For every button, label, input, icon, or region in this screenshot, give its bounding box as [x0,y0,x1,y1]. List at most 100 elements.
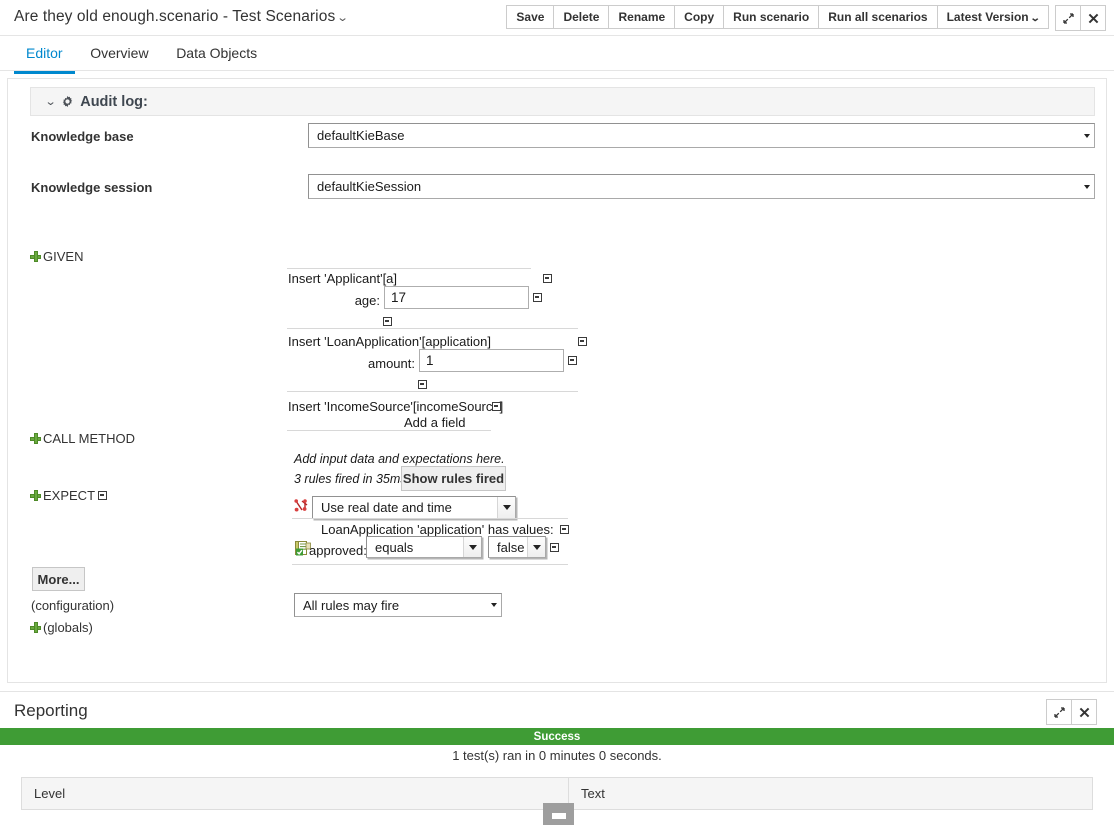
chevron-down-icon [497,497,515,518]
field-value-amount[interactable] [419,349,564,372]
fact-title-loanapplication: Insert 'LoanApplication'[application] [288,334,491,349]
remove-field-icon[interactable] [533,293,542,302]
fact-title-applicant: Insert 'Applicant'[a] [288,271,398,286]
toolbar-button-group: Save Delete Rename Copy Run scenario Run… [506,5,1049,31]
reporting-title: Reporting [14,701,88,720]
chevron-down-icon [1080,175,1094,198]
document-title[interactable]: Are they old enough.scenario - Test Scen… [14,8,350,26]
knowledge-base-select[interactable]: defaultKieBase [308,123,1095,148]
rules-fired-text: 3 rules fired in 35ms. [294,472,411,486]
chevron-down-icon [527,537,545,557]
add-icon[interactable] [30,622,41,633]
add-field-toggle-icon[interactable] [418,380,427,389]
add-icon[interactable] [30,251,41,262]
expectation-operator-select[interactable]: equals [366,536,482,558]
add-icon[interactable] [30,433,41,444]
tab-overview[interactable]: Overview [78,36,160,71]
chevron-down-icon [487,594,501,616]
more-button[interactable]: More... [32,567,85,591]
gear-icon [61,95,74,108]
given-label: GIVEN [43,249,84,264]
editor-tabs: Editor Overview Data Objects [0,36,1114,74]
knowledge-base-value: defaultKieBase [317,128,405,143]
expectation-operator-value: equals [375,539,414,555]
chevron-down-icon: ⌄ [44,96,57,108]
globals-section[interactable]: (globals) [30,620,93,635]
audit-log-label: Audit log: [80,93,148,110]
remove-fact-icon[interactable] [543,274,552,283]
add-a-field-link[interactable]: Add a field [404,415,465,430]
field-label-amount: amount: [368,356,415,371]
knowledge-session-value: defaultKieSession [317,179,422,194]
show-rules-fired-button[interactable]: Show rules fired [401,466,506,491]
chevron-down-icon [1080,124,1094,147]
fact-divider [287,268,531,269]
expectation-value: false [497,539,525,555]
expect-label: EXPECT [43,488,96,503]
rename-button[interactable]: Rename [608,5,676,29]
expectation-divider [292,564,568,565]
expectation-title: LoanApplication 'application' has values… [321,522,554,537]
tab-editor[interactable]: Editor [14,36,75,74]
knowledge-session-select[interactable]: defaultKieSession [308,174,1095,199]
status-badge: Success [0,728,1114,745]
remove-expectation-icon[interactable] [560,525,569,534]
copy-button[interactable]: Copy [674,5,725,29]
expand-icon[interactable] [1046,699,1072,725]
date-mode-select[interactable]: Use real date and time [312,496,516,519]
version-label: Latest Version [946,10,1029,24]
reporting-summary: 1 test(s) ran in 0 minutes 0 seconds. [452,748,662,763]
remove-expectation-field-icon[interactable] [550,543,559,552]
close-icon[interactable] [1071,699,1097,725]
globals-label: (globals) [43,620,93,635]
add-icon[interactable] [30,490,41,501]
run-scenario-button[interactable]: Run scenario [723,5,820,29]
save-button[interactable]: Save [506,5,555,29]
delete-button[interactable]: Delete [553,5,610,29]
field-value-age[interactable] [384,286,529,309]
fact-title-incomesource: Insert 'IncomeSource'[incomeSource] [288,399,504,414]
add-input-hint: Add input data and expectations here. [294,452,505,466]
version-dropdown-button[interactable]: Latest Version⌄ [936,5,1049,29]
expectation-field-label: approved: [309,543,367,558]
rules-config-select[interactable]: All rules may fire [294,593,502,617]
audit-log-header[interactable]: ⌄ Audit log: [30,87,1095,116]
tab-data-objects[interactable]: Data Objects [164,36,269,71]
chevron-down-icon: ⌄ [1029,13,1041,24]
editor-toolbar: Save Delete Rename Copy Run scenario Run… [506,5,1106,31]
date-mode-value: Use real date and time [321,500,452,515]
real-date-icon [294,498,310,514]
given-section[interactable]: GIVEN [30,249,83,264]
remove-field-icon[interactable] [568,356,577,365]
column-header-level[interactable]: Level [21,777,569,810]
configuration-label: (configuration) [31,598,115,613]
reporting-window-controls [1046,699,1097,725]
expectation-divider [292,518,568,519]
chevron-down-icon [463,537,481,557]
expectation-value-select[interactable]: false [488,536,546,558]
run-all-scenarios-button[interactable]: Run all scenarios [818,5,938,29]
editor-panel: ⌄ Audit log: Knowledge base defaultKieBa… [7,78,1107,683]
fact-divider [287,328,578,329]
collapse-expect-icon[interactable] [98,491,108,500]
knowledge-session-label: Knowledge session [31,180,153,195]
resize-handle[interactable] [543,803,574,825]
expect-section[interactable]: EXPECT [30,488,108,503]
field-label-age: age: [354,293,380,308]
close-icon[interactable] [1080,5,1106,31]
chevron-down-icon[interactable]: ⌄ [337,11,350,24]
fact-divider [287,430,491,431]
column-header-text[interactable]: Text [568,777,1093,810]
add-field-toggle-icon[interactable] [383,317,392,326]
window-titlebar: Are they old enough.scenario - Test Scen… [0,0,1114,36]
call-method-section[interactable]: CALL METHOD [30,431,135,446]
fact-divider [287,391,578,392]
remove-fact-icon[interactable] [578,337,587,346]
call-method-label: CALL METHOD [43,431,135,446]
rules-config-value: All rules may fire [303,597,400,613]
document-title-text: Are they old enough.scenario - Test Scen… [14,8,336,25]
knowledge-base-label: Knowledge base [31,129,134,144]
expand-icon[interactable] [1055,5,1081,31]
remove-fact-icon[interactable] [492,402,501,411]
window-controls [1055,5,1106,31]
